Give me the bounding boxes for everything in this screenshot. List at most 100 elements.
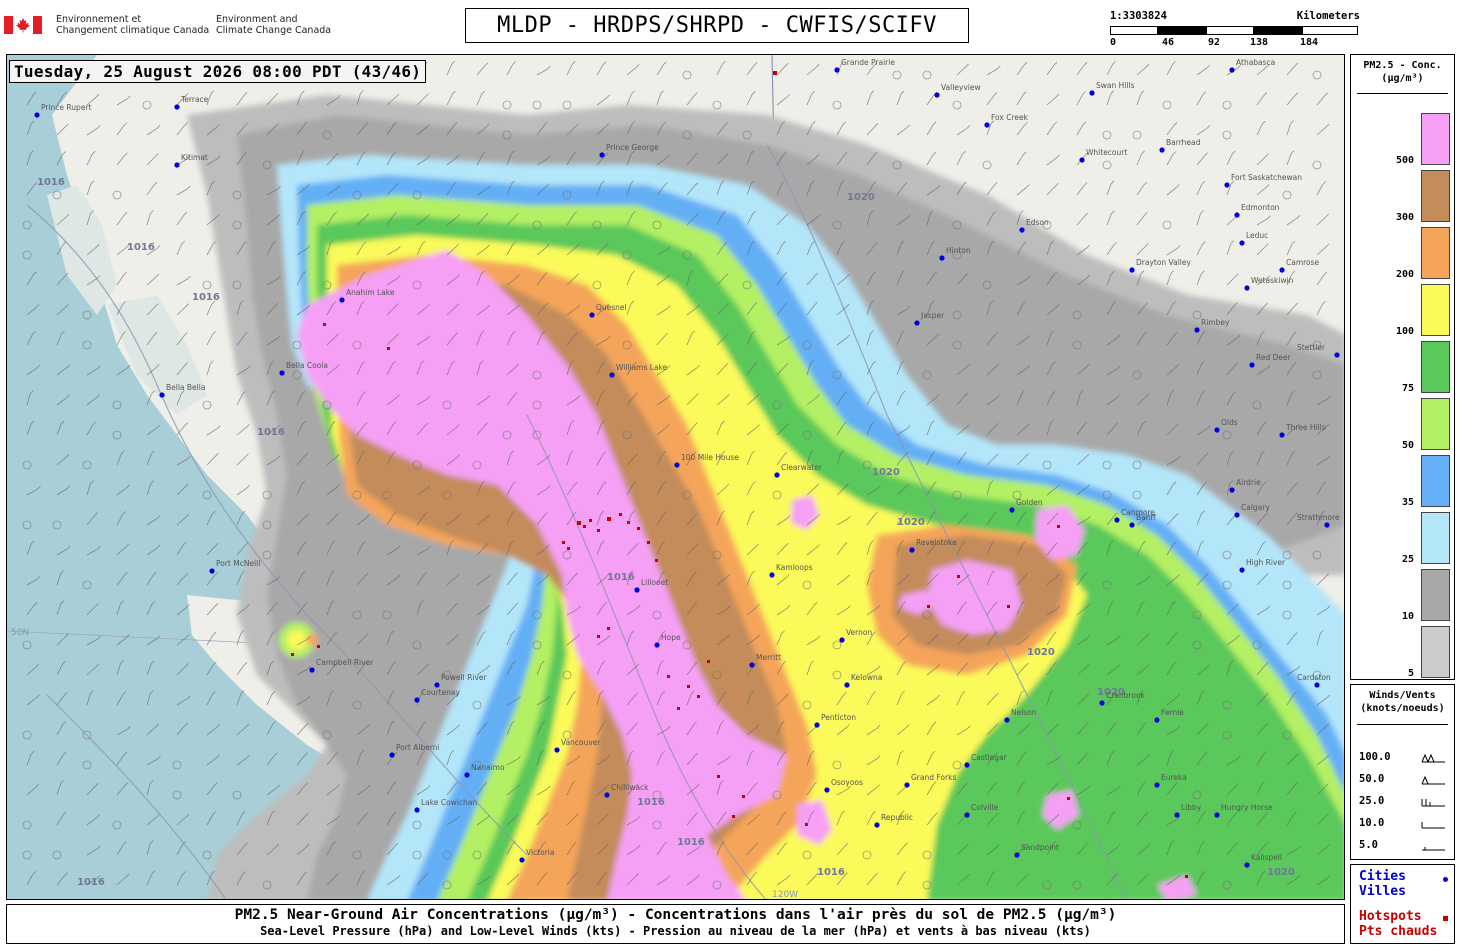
city-marker: [774, 472, 780, 478]
city-marker: [964, 762, 970, 768]
city-marker: [964, 812, 970, 818]
city-marker: [554, 747, 560, 753]
city-label: Airdrie: [1236, 478, 1261, 487]
city-label: High River: [1246, 558, 1286, 567]
city-label: Williams Lake: [616, 363, 668, 372]
city-label: Revelstoke: [916, 538, 957, 547]
wind-speed-label: 50.0: [1359, 773, 1385, 785]
city-marker: [1019, 227, 1025, 233]
legend-swatch: [1421, 398, 1450, 450]
wind-speed-label: 25.0: [1359, 795, 1385, 807]
isobar-label: 1016: [607, 572, 635, 583]
city-marker: [604, 792, 610, 798]
city-label: Grande Prairie: [841, 58, 895, 67]
city-marker: [844, 682, 850, 688]
legend-swatch: [1421, 626, 1450, 678]
smoke-forecast-map[interactable]: 1016 1016 1016 1016 1016 1020 1020 1016 …: [6, 54, 1345, 900]
city-label: Stettler: [1297, 343, 1325, 352]
city-marker: [824, 787, 830, 793]
map-canvas: 1016 1016 1016 1016 1016 1020 1020 1016 …: [7, 55, 1344, 899]
city-marker: [1009, 507, 1015, 513]
city-label: Merritt: [756, 653, 782, 662]
city-marker: [159, 392, 165, 398]
legend-level-label: 75: [1401, 383, 1414, 394]
city-marker: [339, 297, 345, 303]
city-marker: [1079, 157, 1085, 163]
legend-level-label: 200: [1395, 269, 1414, 280]
city-label: Hinton: [946, 246, 971, 255]
city-marker: [834, 67, 840, 73]
city-marker: [1129, 267, 1135, 273]
city-label: Castlegar: [971, 753, 1007, 762]
legend-swatch: [1421, 284, 1450, 336]
city-marker: [904, 782, 910, 788]
city-label: Hungry Horse: [1221, 803, 1273, 812]
city-label: Port McNeill: [216, 559, 261, 568]
legend-swatch: [1421, 227, 1450, 279]
map-caption: PM2.5 Near-Ground Air Concentrations (μg…: [6, 904, 1345, 944]
city-label: Camrose: [1286, 258, 1320, 267]
points-legend: Cities Villes Hotspots Pts chauds: [1350, 864, 1455, 944]
city-marker: [769, 572, 775, 578]
city-marker: [174, 162, 180, 168]
city-marker: [939, 255, 945, 261]
city-label: Golden: [1016, 498, 1043, 507]
wind-barb-icon: [1421, 753, 1445, 763]
isobar-label: 1020: [847, 192, 875, 203]
wind-legend: Winds/Vents (knots/noeuds) 100.0 50.0 25.0…: [1350, 684, 1455, 860]
scale-segment: [1206, 26, 1254, 35]
city-marker: [589, 312, 595, 318]
city-marker: [519, 857, 525, 863]
city-marker: [1224, 182, 1230, 188]
caption-main: PM2.5 Near-Ground Air Concentrations (μg…: [234, 907, 1117, 923]
city-label: Prince George: [606, 143, 659, 152]
gc-en-line2: Climate Change Canada: [216, 25, 332, 36]
city-marker: [1239, 567, 1245, 573]
city-marker: [874, 822, 880, 828]
scale-tick: 0: [1110, 37, 1117, 48]
city-label: Sandpoint: [1021, 843, 1059, 852]
scale-tick: 46: [1162, 37, 1175, 48]
wind-speed-label: 5.0: [1359, 839, 1378, 851]
cities-label-en: Cities: [1359, 869, 1406, 884]
scale-tick: 92: [1208, 37, 1221, 48]
city-label: Barrhead: [1166, 138, 1201, 147]
city-label: Wetaskiwin: [1251, 276, 1294, 285]
pm25-legend: PM2.5 - Conc. (μg/m³) 500 300 200 100 75 50 35…: [1350, 54, 1455, 680]
city-label: Fox Creek: [991, 113, 1028, 122]
city-label: Fort Saskatchewan: [1231, 173, 1303, 182]
divider: [1357, 724, 1448, 725]
city-marker: [279, 370, 285, 376]
city-marker: [1334, 352, 1340, 358]
city-label: Lake Cowichan: [421, 798, 478, 807]
city-label: Fernie: [1161, 708, 1184, 717]
city-marker: [1014, 852, 1020, 858]
city-marker: [654, 642, 660, 648]
city-marker: [814, 722, 820, 728]
city-label: Bella Bella: [166, 383, 206, 392]
city-label: Banff: [1136, 513, 1156, 522]
legend-level-label: 50: [1401, 440, 1414, 451]
city-label: Anahim Lake: [346, 288, 395, 297]
scale-segment: [1110, 26, 1158, 35]
city-label: Kalispell: [1251, 853, 1282, 862]
legend-level-label: 500: [1395, 155, 1414, 166]
city-marker: [389, 752, 395, 758]
city-label: Republic: [881, 813, 914, 822]
city-label: Kitimat: [181, 153, 208, 162]
legend-swatch: [1421, 113, 1450, 165]
city-label: Terrace: [181, 95, 209, 104]
city-marker: [309, 667, 315, 673]
city-marker: [1214, 812, 1220, 818]
city-label: Campbell River: [316, 658, 374, 667]
city-label: Kamloops: [776, 563, 813, 572]
wind-barb-icon: [1421, 822, 1445, 829]
city-label: Penticton: [821, 713, 857, 722]
isobar-label: 1016: [637, 797, 665, 808]
city-marker: [674, 462, 680, 468]
isobar-label: 1020: [1027, 647, 1055, 658]
cities-label-fr: Villes: [1359, 884, 1406, 899]
city-label: Port Alberni: [396, 743, 440, 752]
city-label: Vernon: [846, 628, 873, 637]
city-marker: [1314, 682, 1320, 688]
